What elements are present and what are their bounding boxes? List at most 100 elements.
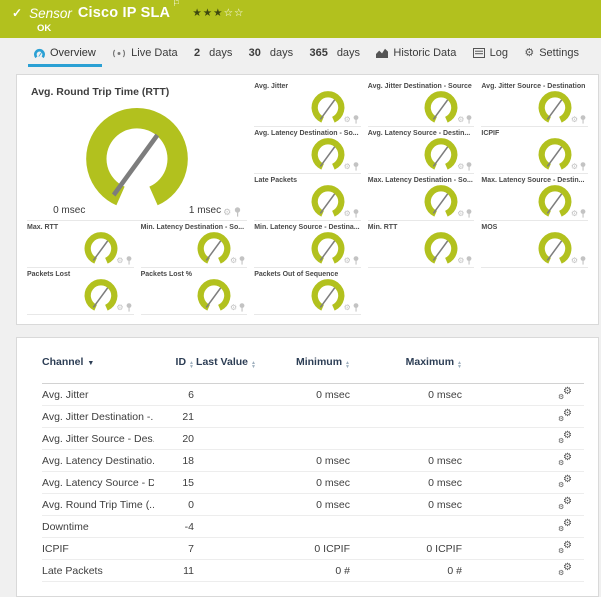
gauge-dial: [197, 279, 231, 311]
channel-settings-icon[interactable]: ⚙ ⚙: [558, 496, 572, 511]
cell-minimum: 0 msec: [316, 388, 350, 401]
col-header-channel[interactable]: Channel ▼: [42, 356, 154, 368]
channel-settings-icon[interactable]: ⚙ ⚙: [558, 474, 572, 489]
cell-channel[interactable]: Avg. Jitter: [42, 389, 154, 401]
table-row[interactable]: Avg. Latency Source - D... 15 0 msec 0 m…: [42, 472, 584, 494]
tab-historic-data[interactable]: Historic Data: [368, 38, 464, 68]
tab-live-data[interactable]: Live Data: [104, 38, 185, 68]
col-header-id[interactable]: ID ▲ ▼: [154, 356, 194, 370]
gear-icon[interactable]: ⚙: [344, 163, 351, 171]
pin-icon[interactable]: [353, 162, 359, 171]
gear-icon[interactable]: ⚙: [116, 257, 123, 265]
gear-icon[interactable]: ⚙: [457, 163, 464, 171]
pin-icon[interactable]: [353, 115, 359, 124]
gauge-panel: Max. Latency Destination - So... ⚙: [367, 174, 475, 221]
gear-icon[interactable]: ⚙: [344, 304, 351, 312]
pin-icon[interactable]: [580, 115, 586, 124]
channel-settings-icon[interactable]: ⚙ ⚙: [558, 540, 572, 555]
gauge-dial: [538, 185, 572, 217]
pin-icon[interactable]: [239, 256, 245, 265]
channel-settings-icon[interactable]: ⚙ ⚙: [558, 518, 572, 533]
tab-2-days[interactable]: 2 days: [186, 38, 240, 68]
channel-settings-icon[interactable]: ⚙ ⚙: [558, 562, 572, 577]
channel-settings-icon[interactable]: ⚙ ⚙: [558, 408, 572, 423]
pin-icon[interactable]: [580, 256, 586, 265]
tab-overview[interactable]: Overview: [26, 38, 104, 68]
channel-settings-icon[interactable]: ⚙ ⚙: [558, 452, 572, 467]
table-row[interactable]: ICPIF 7 0 ICPIF 0 ICPIF ⚙ ⚙: [42, 538, 584, 560]
table-row[interactable]: Downtime -4 ⚙ ⚙: [42, 516, 584, 538]
object-type-label: Sensor: [29, 5, 72, 21]
pin-icon[interactable]: [466, 209, 472, 218]
gear-icon[interactable]: ⚙: [344, 257, 351, 265]
gear-icon[interactable]: ⚙: [571, 257, 578, 265]
tab-settings[interactable]: ⚙ Settings: [516, 38, 587, 68]
tab-label: Overview: [50, 47, 96, 59]
cell-channel[interactable]: Avg. Round Trip Time (...: [42, 499, 154, 511]
pin-icon[interactable]: [126, 303, 132, 312]
table-row[interactable]: Avg. Round Trip Time (... 0 0 msec 0 mse…: [42, 494, 584, 516]
pin-icon[interactable]: [239, 303, 245, 312]
pin-icon[interactable]: [580, 162, 586, 171]
gauges-panel: Avg. Round Trip Time (RTT) 0 msec 1 msec…: [16, 74, 599, 325]
main-gauge-title: Avg. Round Trip Time (RTT): [31, 86, 170, 98]
cell-channel[interactable]: Avg. Latency Source - D...: [42, 477, 154, 489]
pin-icon[interactable]: [466, 256, 472, 265]
gauge-scale-max: 1 msec: [188, 205, 222, 216]
gear-icon[interactable]: ⚙: [571, 210, 578, 218]
cell-channel[interactable]: Downtime: [42, 521, 154, 533]
pin-icon[interactable]: [353, 209, 359, 218]
cell-id: 7: [188, 542, 194, 555]
live-data-icon: [112, 48, 126, 59]
cell-id: -4: [184, 520, 194, 533]
table-row[interactable]: Avg. Jitter Destination -... 21 ⚙ ⚙: [42, 406, 584, 428]
cell-channel[interactable]: Avg. Jitter Destination -...: [42, 411, 154, 423]
gear-icon[interactable]: ⚙: [344, 210, 351, 218]
pin-icon[interactable]: [353, 256, 359, 265]
cell-id: 6: [188, 388, 194, 401]
table-row[interactable]: Avg. Latency Destinatio... 18 0 msec 0 m…: [42, 450, 584, 472]
tab-365-days[interactable]: 365 days: [301, 38, 368, 68]
col-header-minimum[interactable]: Minimum ▲ ▼: [258, 356, 350, 370]
cell-channel[interactable]: Late Packets: [42, 565, 154, 577]
pin-icon[interactable]: [580, 209, 586, 218]
gauge-dial: [311, 91, 345, 123]
gauge-dial: [538, 91, 572, 123]
tab-bar: Overview Live Data 2 days 30 days 365 days …: [0, 38, 601, 68]
table-row[interactable]: Late Packets 11 0 # 0 # ⚙ ⚙: [42, 560, 584, 582]
gear-icon[interactable]: ⚙: [344, 116, 351, 124]
gauge-panel: Min. RTT ⚙: [367, 221, 475, 268]
cell-maximum: 0 msec: [428, 498, 462, 511]
pin-icon[interactable]: [126, 256, 132, 265]
tab-log[interactable]: Log: [465, 38, 516, 68]
cell-channel[interactable]: Avg. Latency Destinatio...: [42, 455, 154, 467]
cell-channel[interactable]: ICPIF: [42, 543, 154, 555]
gear-icon[interactable]: ⚙: [116, 304, 123, 312]
gauge-panel: Min. Latency Source - Destina... ⚙: [254, 221, 361, 268]
gear-icon[interactable]: ⚙: [223, 208, 231, 217]
pin-icon[interactable]: [466, 115, 472, 124]
col-header-last-value[interactable]: Last Value ▲ ▼: [194, 356, 258, 370]
gear-icon[interactable]: ⚙: [457, 257, 464, 265]
channel-settings-icon[interactable]: ⚙ ⚙: [558, 386, 572, 401]
gear-icon[interactable]: ⚙: [571, 116, 578, 124]
status-badge: OK: [37, 23, 52, 34]
priority-flag-icon[interactable]: ⚐: [172, 0, 180, 9]
table-row[interactable]: Avg. Jitter Source - Des... 20 ⚙ ⚙: [42, 428, 584, 450]
gear-icon[interactable]: ⚙: [457, 116, 464, 124]
channel-settings-icon[interactable]: ⚙ ⚙: [558, 430, 572, 445]
pin-icon[interactable]: [353, 303, 359, 312]
col-header-maximum[interactable]: Maximum ▲ ▼: [350, 356, 462, 370]
gauge-panel: Min. Latency Destination - So... ⚙: [140, 221, 248, 268]
gear-icon[interactable]: ⚙: [457, 210, 464, 218]
pin-icon[interactable]: [234, 207, 241, 217]
gear-icon[interactable]: ⚙: [230, 257, 237, 265]
tab-30-days[interactable]: 30 days: [241, 38, 302, 68]
gauge-panel: Packets Lost % ⚙: [140, 268, 248, 315]
gear-icon[interactable]: ⚙: [230, 304, 237, 312]
cell-channel[interactable]: Avg. Jitter Source - Des...: [42, 433, 154, 445]
priority-stars[interactable]: ★★★☆☆: [192, 8, 244, 19]
pin-icon[interactable]: [466, 162, 472, 171]
gear-icon[interactable]: ⚙: [571, 163, 578, 171]
table-row[interactable]: Avg. Jitter 6 0 msec 0 msec ⚙ ⚙: [42, 384, 584, 406]
